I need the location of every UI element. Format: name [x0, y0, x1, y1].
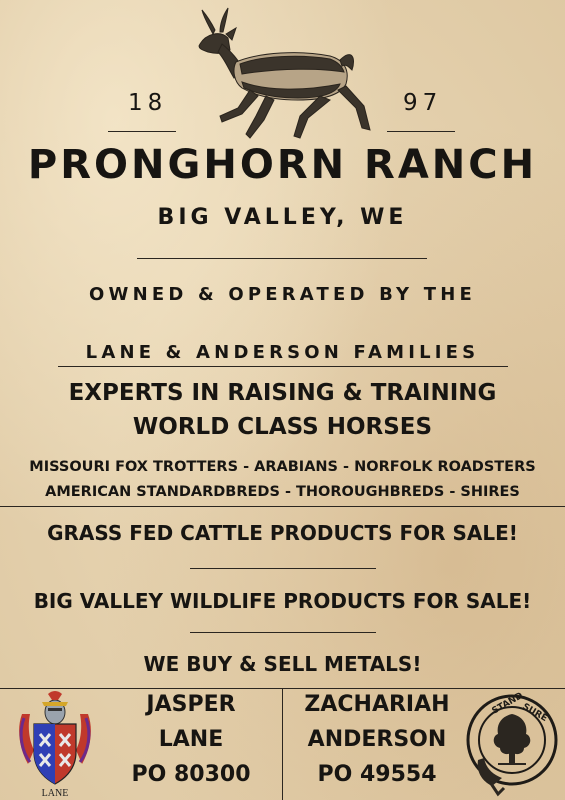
lane-coat-of-arms-icon: LANE [19, 691, 91, 799]
crest-label: LANE [42, 788, 69, 799]
owned-line: OWNED & OPERATED BY THE [89, 284, 476, 305]
wildlife-sale-line: BIG VALLEY WILDLIFE PRODUCTS FOR SALE! [33, 589, 532, 613]
divider [137, 258, 427, 259]
anderson-clan-badge-icon: STAND SURE [466, 691, 558, 797]
contact-po-box: PO 49554 [317, 762, 437, 787]
footer-divider [282, 688, 283, 800]
year-left: 18 [128, 90, 168, 116]
breeds-line-1: MISSOURI FOX TROTTERS - ARABIANS - NORFO… [29, 459, 536, 475]
cattle-sale-line: GRASS FED CATTLE PRODUCTS FOR SALE! [47, 521, 518, 545]
contact-po-box: PO 80300 [131, 762, 251, 787]
contact-first-name: ZACHARIAH [304, 692, 450, 717]
divider [190, 568, 376, 569]
contact-last-name: LANE [158, 727, 224, 752]
divider [108, 131, 176, 132]
breeds-line-2: AMERICAN STANDARDBREDS - THOROUGHBREDS -… [45, 484, 520, 500]
crest-motto: SURE [521, 702, 549, 724]
divider [58, 366, 508, 367]
divider [0, 506, 565, 507]
experts-line-2: WORLD CLASS HORSES [132, 414, 433, 440]
divider [387, 131, 455, 132]
divider [190, 632, 376, 633]
pronghorn-antelope-icon [198, 7, 371, 139]
ranch-title: PRONGHORN RANCH [27, 142, 538, 188]
year-right: 97 [403, 90, 443, 116]
contact-last-name: ANDERSON [307, 727, 447, 752]
families-line: LANE & ANDERSON FAMILIES [85, 342, 480, 363]
ranch-location: BIG VALLEY, WE [157, 205, 408, 230]
contact-first-name: JASPER [146, 692, 236, 717]
metals-line: WE BUY & SELL METALS! [143, 652, 422, 676]
experts-line-1: EXPERTS IN RAISING & TRAINING [68, 380, 497, 406]
